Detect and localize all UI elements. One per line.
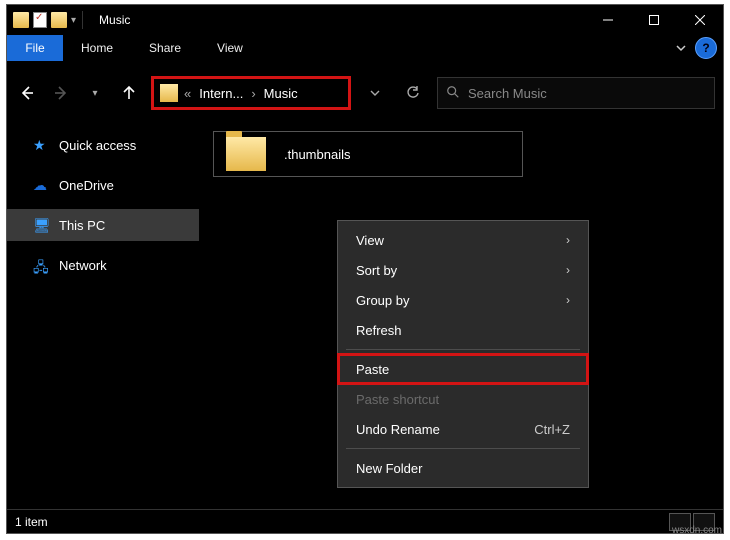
window-title: Music: [99, 13, 130, 27]
sidebar-item-quick-access[interactable]: ★ Quick access: [7, 129, 199, 161]
view-tab[interactable]: View: [199, 35, 261, 61]
chevron-right-icon: ›: [566, 233, 570, 247]
address-bar[interactable]: « Intern... › Music: [151, 76, 351, 110]
forward-button[interactable]: [49, 81, 73, 105]
navigation-row: ▾ « Intern... › Music Search Music: [7, 71, 723, 115]
refresh-button[interactable]: [399, 78, 427, 108]
minimize-button[interactable]: [585, 5, 631, 35]
menu-undo-rename[interactable]: Undo Rename Ctrl+Z: [338, 414, 588, 444]
search-placeholder: Search Music: [468, 86, 547, 101]
folder-icon: [160, 84, 178, 102]
breadcrumb-prefix: «: [182, 86, 193, 101]
help-button[interactable]: ?: [695, 37, 717, 59]
properties-icon[interactable]: [33, 12, 47, 28]
search-icon: [446, 85, 460, 102]
navigation-pane: ★ Quick access ☁ OneDrive 🖥 This PC 🖧 Ne…: [7, 115, 199, 509]
cloud-icon: ☁: [33, 177, 49, 193]
title-bar: ▾ Music: [7, 5, 723, 35]
menu-label: Refresh: [356, 323, 402, 338]
home-tab[interactable]: Home: [63, 35, 131, 61]
menu-view[interactable]: View ›: [338, 225, 588, 255]
close-button[interactable]: [677, 5, 723, 35]
folder-label: .thumbnails: [284, 147, 350, 162]
menu-label: Undo Rename: [356, 422, 440, 437]
menu-group-by[interactable]: Group by ›: [338, 285, 588, 315]
recent-dropdown-icon[interactable]: ▾: [83, 81, 107, 105]
quick-access-toolbar: ▾: [7, 12, 76, 28]
watermark: wsxdn.com: [672, 525, 722, 536]
menu-label: Paste: [356, 362, 389, 377]
back-button[interactable]: [15, 81, 39, 105]
menu-refresh[interactable]: Refresh: [338, 315, 588, 345]
up-button[interactable]: [117, 81, 141, 105]
chevron-right-icon: ›: [566, 263, 570, 277]
title-separator: [82, 11, 83, 29]
folder-icon-small[interactable]: [51, 12, 67, 28]
monitor-icon: 🖥: [33, 217, 49, 233]
sidebar-item-this-pc[interactable]: 🖥 This PC: [7, 209, 199, 241]
menu-label: Paste shortcut: [356, 392, 439, 407]
file-tab[interactable]: File: [7, 35, 63, 61]
sidebar-item-label: Quick access: [59, 138, 136, 153]
menu-label: View: [356, 233, 384, 248]
ribbon-collapse-icon[interactable]: [667, 35, 695, 61]
ribbon-tabs: File Home Share View ?: [7, 35, 723, 61]
network-icon: 🖧: [33, 257, 49, 273]
breadcrumb-parent[interactable]: Intern...: [197, 84, 245, 103]
menu-divider: [346, 448, 580, 449]
menu-label: New Folder: [356, 461, 422, 476]
menu-paste[interactable]: Paste: [338, 354, 588, 384]
folder-icon: [13, 12, 29, 28]
window-controls: [585, 5, 723, 35]
chevron-right-icon: ›: [249, 86, 257, 101]
sidebar-item-onedrive[interactable]: ☁ OneDrive: [7, 169, 199, 201]
sidebar-item-label: This PC: [59, 218, 105, 233]
ribbon-spacer: [261, 35, 667, 61]
search-box[interactable]: Search Music: [437, 77, 715, 109]
status-bar: 1 item: [7, 509, 723, 533]
item-count: 1 item: [15, 515, 48, 529]
menu-label: Sort by: [356, 263, 397, 278]
file-explorer-window: ▾ Music File Home Share View ?: [6, 4, 724, 534]
menu-paste-shortcut: Paste shortcut: [338, 384, 588, 414]
menu-divider: [346, 349, 580, 350]
sidebar-item-label: Network: [59, 258, 107, 273]
qat-dropdown-icon[interactable]: ▾: [71, 15, 76, 26]
menu-new-folder[interactable]: New Folder: [338, 453, 588, 483]
menu-sort-by[interactable]: Sort by ›: [338, 255, 588, 285]
menu-label: Group by: [356, 293, 409, 308]
sidebar-item-label: OneDrive: [59, 178, 114, 193]
address-dropdown-icon[interactable]: [361, 78, 389, 108]
breadcrumb-current[interactable]: Music: [262, 84, 300, 103]
context-menu: View › Sort by › Group by › Refresh Past…: [337, 220, 589, 488]
star-icon: ★: [33, 137, 49, 153]
chevron-right-icon: ›: [566, 293, 570, 307]
sidebar-item-network[interactable]: 🖧 Network: [7, 249, 199, 281]
menu-shortcut: Ctrl+Z: [534, 422, 570, 437]
maximize-button[interactable]: [631, 5, 677, 35]
share-tab[interactable]: Share: [131, 35, 199, 61]
folder-icon: [226, 137, 266, 171]
folder-item[interactable]: .thumbnails: [213, 131, 523, 177]
